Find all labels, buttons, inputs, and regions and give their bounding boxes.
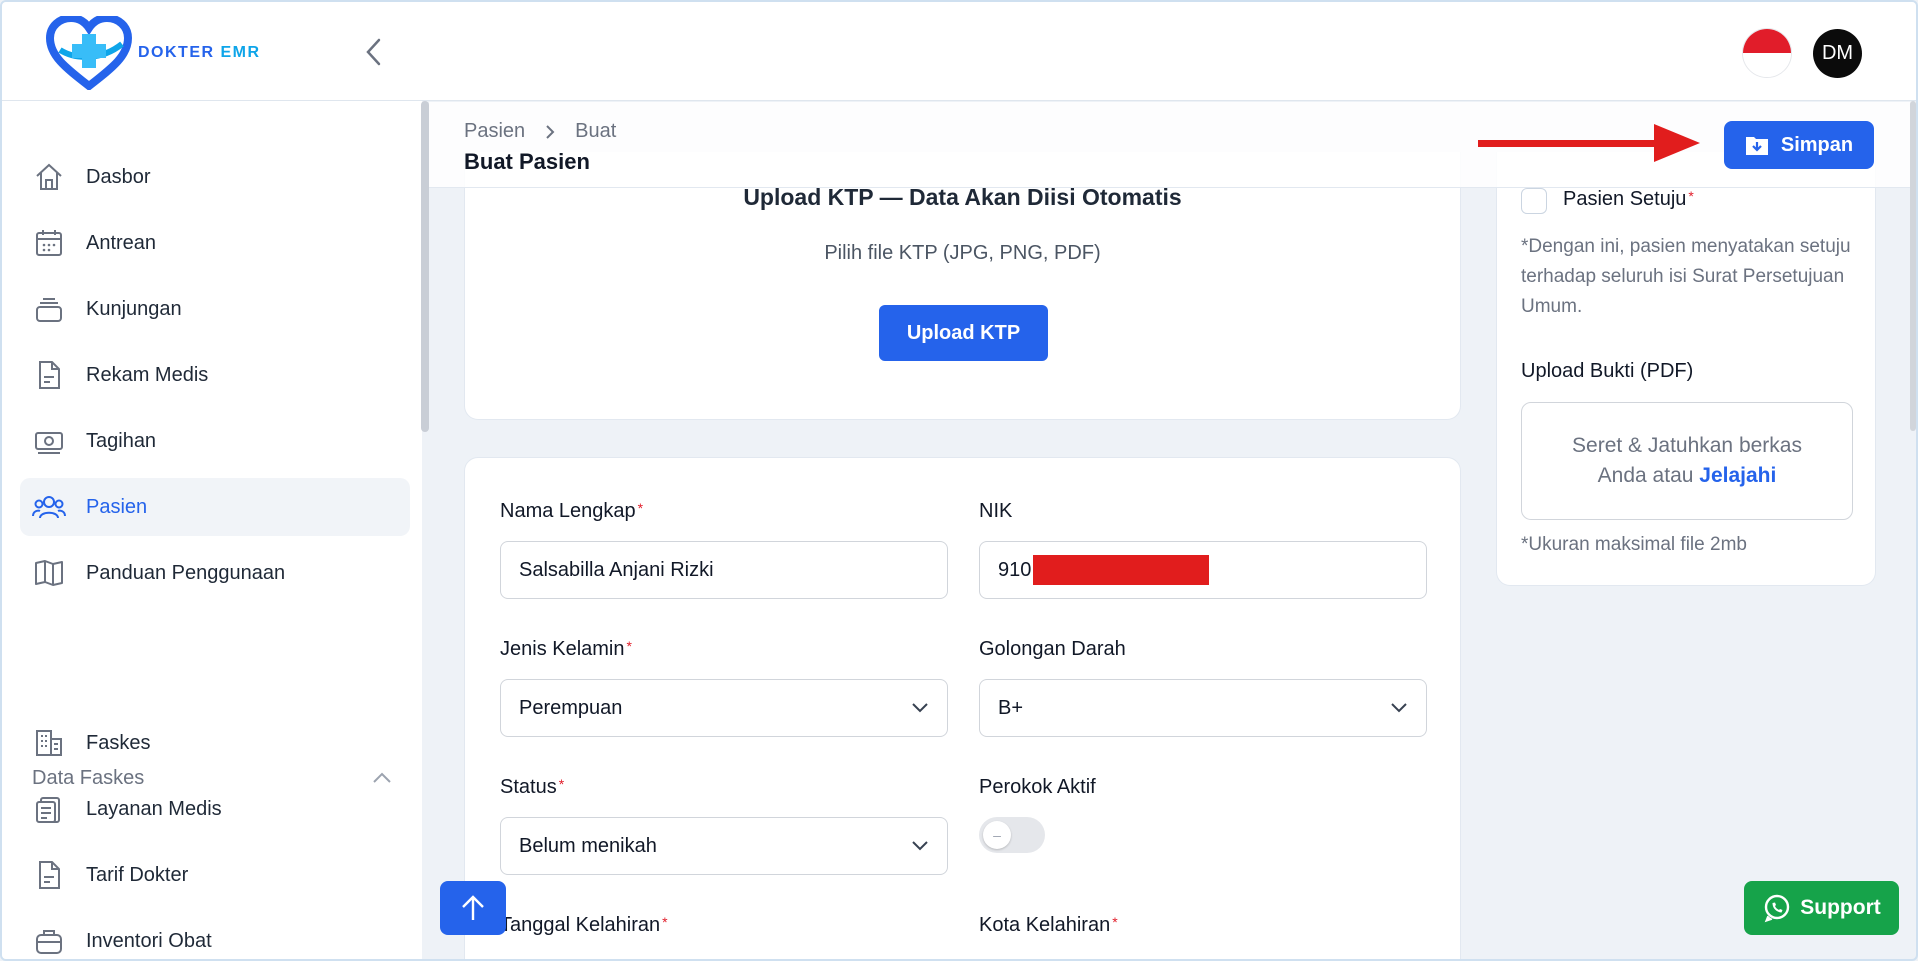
consent-checkbox[interactable] (1521, 188, 1547, 214)
calendar-icon (32, 226, 66, 260)
sidebar-item-label: Tarif Dokter (86, 863, 189, 886)
stack-icon (32, 292, 66, 326)
gender-label: Jenis Kelamin * (500, 638, 632, 660)
chevron-right-icon (545, 124, 555, 140)
book-icon (32, 556, 66, 590)
sidebar-item-label: Dasbor (86, 165, 151, 188)
consent-card: Pasien Setuju * *Dengan ini, pasien menya… (1496, 152, 1876, 586)
upload-ktp-card: Upload KTP — Data Akan Diisi Otomatis Pi… (464, 152, 1461, 420)
heart-cross-logo-icon (46, 16, 132, 90)
sidebar-item-rekam-medis[interactable]: Rekam Medis (20, 346, 410, 404)
proof-dropzone[interactable]: Seret & Jatuhkan berkas Anda atau Jelaja… (1521, 402, 1853, 520)
page-title: Buat Pasien (464, 149, 590, 174)
collapse-sidebar-button[interactable] (362, 36, 386, 68)
scroll-to-top-button[interactable] (440, 881, 506, 935)
building-icon (32, 726, 66, 760)
breadcrumb-item-pasien[interactable]: Pasien (464, 120, 525, 143)
proof-upload-label: Upload Bukti (PDF) (1521, 360, 1694, 382)
smoker-toggle[interactable]: – (979, 817, 1045, 853)
birth-city-label: Kota Kelahiran * (979, 914, 1118, 936)
chevron-down-icon (912, 841, 928, 851)
smoker-label: Perokok Aktif (979, 776, 1096, 798)
full-name-label: Nama Lengkap * (500, 500, 644, 522)
status-label: Status * (500, 776, 565, 798)
file-size-note: *Ukuran maksimal file 2mb (1521, 534, 1747, 555)
sidebar-item-dasbor[interactable]: Dasbor (20, 148, 410, 206)
document-icon (32, 858, 66, 892)
chevron-left-icon (366, 38, 381, 66)
blood-type-select[interactable]: B+ (979, 679, 1427, 737)
language-flag-icon[interactable] (1742, 28, 1792, 78)
sidebar-item-label: Tagihan (86, 429, 157, 452)
case-icon (32, 924, 66, 958)
patient-form-card: Nama Lengkap * Salsabilla Anjani Rizki NI… (464, 457, 1461, 959)
blood-type-label: Golongan Darah (979, 638, 1126, 660)
support-button[interactable]: Support (1744, 881, 1899, 935)
sidebar-item-label: Antrean (86, 231, 157, 254)
redacted-block (1033, 555, 1210, 585)
money-icon (32, 424, 66, 458)
upload-subtitle: Pilih file KTP (JPG, PNG, PDF) (824, 242, 1101, 264)
toggle-knob: – (983, 821, 1011, 849)
upload-title: Upload KTP — Data Akan Diisi Otomatis (743, 184, 1182, 210)
arrow-up-icon (462, 895, 484, 920)
sidebar: Dasbor Antrean Kunjungan Rekam Medis Tag… (2, 101, 422, 959)
user-avatar[interactable]: DM (1813, 29, 1862, 78)
sidebar-item-inventori-obat[interactable]: Inventori Obat (20, 912, 410, 959)
home-icon (32, 160, 66, 194)
chevron-down-icon (912, 703, 928, 713)
sidebar-item-pasien[interactable]: Pasien (20, 478, 410, 536)
sidebar-item-panduan[interactable]: Panduan Penggunaan (20, 544, 410, 602)
sidebar-item-tarif-dokter[interactable]: Tarif Dokter (20, 846, 410, 904)
sidebar-item-label: Faskes (86, 731, 151, 754)
sidebar-item-kunjungan[interactable]: Kunjungan (20, 280, 410, 338)
sidebar-item-faskes[interactable]: Faskes (20, 714, 410, 772)
nik-input[interactable]: 910 (979, 541, 1427, 599)
sidebar-item-label: Rekam Medis (86, 363, 209, 386)
sidebar-item-antrean[interactable]: Antrean (20, 214, 410, 272)
full-name-input[interactable]: Salsabilla Anjani Rizki (500, 541, 948, 599)
consent-text: *Dengan ini, pasien menyatakan setuju te… (1521, 236, 1851, 317)
brand-name: DOKTER EMR (138, 44, 261, 61)
save-button[interactable]: Simpan (1724, 121, 1874, 169)
sidebar-item-label: Layanan Medis (86, 797, 222, 820)
sidebar-item-tagihan[interactable]: Tagihan (20, 412, 410, 470)
clipboard-icon (32, 792, 66, 826)
upload-ktp-button[interactable]: Upload KTP (879, 305, 1048, 361)
gender-select[interactable]: Perempuan (500, 679, 948, 737)
browse-link[interactable]: Jelajahi (1699, 464, 1776, 487)
sidebar-item-label: Panduan Penggunaan (86, 561, 286, 584)
users-icon (32, 490, 66, 524)
chevron-down-icon (1391, 703, 1407, 713)
birth-date-label: Tanggal Kelahiran * (500, 914, 668, 936)
sidebar-item-label: Inventori Obat (86, 929, 212, 952)
top-bar: DOKTER EMR DM (2, 2, 1916, 101)
page-scrollbar[interactable] (1910, 101, 1916, 431)
dropzone-line1: Seret & Jatuhkan berkas (1572, 434, 1802, 457)
nik-label: NIK (979, 500, 1013, 522)
red-arrow-annotation (1478, 124, 1700, 162)
dropzone-line2: Anda atau Jelajahi (1597, 464, 1777, 487)
sidebar-item-layanan-medis[interactable]: Layanan Medis (20, 780, 410, 838)
breadcrumb-item-buat: Buat (575, 120, 617, 142)
status-select[interactable]: Belum menikah (500, 817, 948, 875)
whatsapp-icon (1764, 894, 1790, 923)
brand-logo[interactable]: DOKTER EMR (46, 16, 261, 90)
sidebar-item-label: Pasien (86, 495, 148, 518)
document-icon (32, 358, 66, 392)
consent-checkbox-label: Pasien Setuju * (1563, 188, 1694, 210)
breadcrumb: Pasien Buat (464, 120, 616, 143)
app-frame: DOKTER EMR DM Dasbor Antrean Kunjungan R… (0, 0, 1918, 961)
sidebar-scrollbar[interactable] (421, 101, 429, 432)
sidebar-item-label: Kunjungan (86, 297, 182, 320)
folder-download-icon (1745, 137, 1768, 155)
